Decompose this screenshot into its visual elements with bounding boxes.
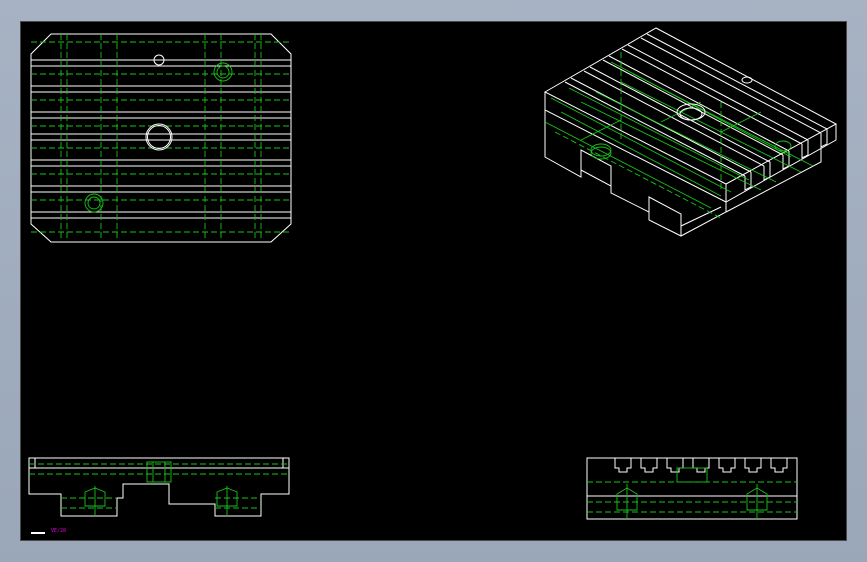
drawing-sheet: VE/28 [20, 21, 847, 541]
isometric-view [543, 27, 838, 237]
front-elevation-view [28, 457, 290, 517]
top-plan-view [30, 33, 292, 243]
side-elevation-view [586, 457, 798, 520]
scale-bar [31, 532, 45, 534]
drawing-tag: VE/28 [51, 528, 67, 534]
